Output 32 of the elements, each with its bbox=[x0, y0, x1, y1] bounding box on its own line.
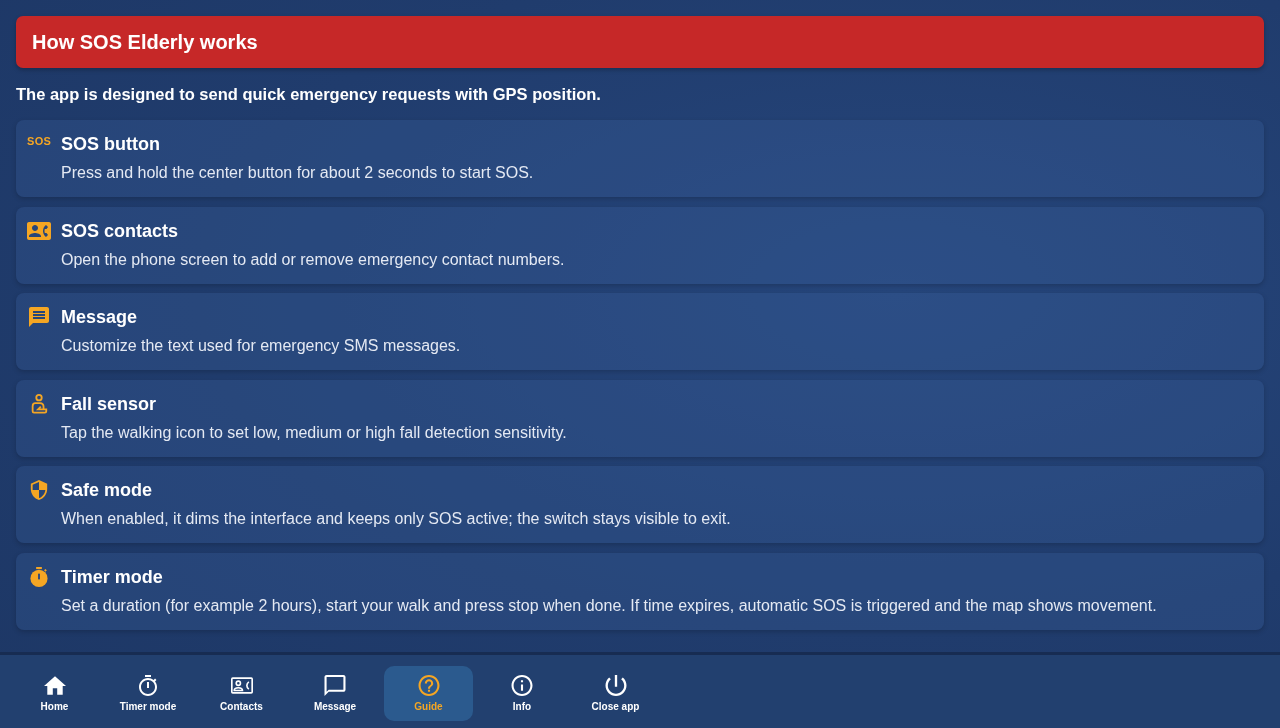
feature-title: SOS button bbox=[61, 133, 160, 156]
page-title: How SOS Elderly works bbox=[32, 30, 258, 54]
help-icon bbox=[417, 675, 440, 696]
home-icon bbox=[43, 675, 66, 696]
feature-title: Timer mode bbox=[61, 565, 163, 589]
feature-description: Set a duration (for example 2 hours), start your walk and press stop when done. If time expires, automatic SOS is triggered and the map shows movement. bbox=[61, 595, 1158, 616]
nav-tab[interactable]: Close app bbox=[571, 666, 660, 721]
feature-title: Fall sensor bbox=[61, 392, 157, 416]
stopwatch-icon bbox=[137, 675, 159, 696]
nav-tab[interactable]: Contacts bbox=[197, 666, 286, 721]
power-icon bbox=[604, 675, 627, 696]
nav-tab[interactable]: Info bbox=[477, 666, 567, 721]
message-icon bbox=[27, 307, 51, 327]
feature-title: SOS contacts bbox=[61, 219, 179, 243]
chat-bubble-icon bbox=[324, 675, 346, 696]
intro-text: The app is designed to send quick emergency requests with GPS position. bbox=[16, 84, 602, 104]
feature-description: When enabled, it dims the interface and keeps only SOS active; the switch stays visible to exit. bbox=[61, 509, 732, 529]
sos-icon: SOS bbox=[27, 134, 51, 148]
feature-description: Tap the walking icon to set low, medium or high fall detection sensitivity. bbox=[61, 422, 568, 443]
contact-card-icon bbox=[230, 675, 253, 696]
feature-title: Message bbox=[61, 306, 138, 329]
stopwatch-icon bbox=[27, 566, 51, 587]
feature-title: Safe mode bbox=[61, 479, 153, 502]
nav-tab[interactable]: Guide bbox=[384, 666, 473, 721]
contact-card-icon bbox=[27, 220, 51, 241]
feature-description: Open the phone screen to add or remove emergency contact numbers. bbox=[61, 249, 566, 270]
feature-description: Customize the text used for emergency SMS messages. bbox=[61, 336, 462, 356]
feature-description: Press and hold the center button for about 2 seconds to start SOS. bbox=[61, 163, 535, 183]
nav-tab[interactable]: Home bbox=[10, 666, 99, 721]
nav-tab[interactable]: Message bbox=[290, 666, 380, 721]
info-icon bbox=[511, 675, 533, 696]
nav-tab[interactable]: Timer mode bbox=[103, 666, 193, 721]
